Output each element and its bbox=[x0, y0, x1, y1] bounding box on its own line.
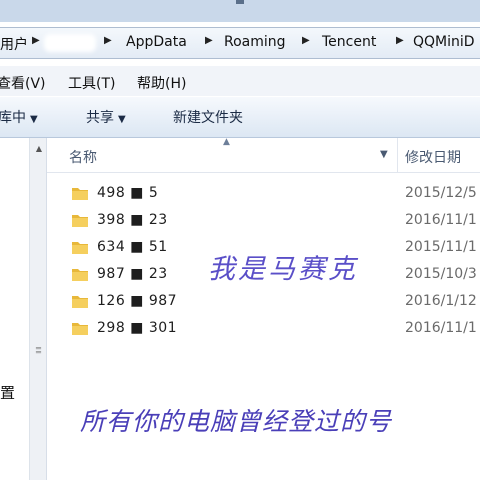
include-in-library-button[interactable]: 库中 ▼ bbox=[0, 107, 38, 127]
folder-icon bbox=[72, 323, 88, 335]
column-filter-dropdown-icon[interactable]: ▼ bbox=[380, 149, 388, 160]
new-folder-button[interactable]: 新建文件夹 bbox=[173, 107, 243, 127]
breadcrumb-arrow-icon[interactable]: ▶ bbox=[396, 35, 404, 46]
menu-bar: 查看(V) 工具(T) 帮助(H) bbox=[0, 66, 480, 96]
column-header-date[interactable]: 修改日期 bbox=[405, 147, 461, 167]
command-toolbar: 库中 ▼ 共享 ▼ 新建文件夹 bbox=[0, 97, 480, 138]
menu-tools[interactable]: 工具(T) bbox=[68, 73, 115, 93]
folder-icon bbox=[72, 188, 88, 200]
folder-date: 2016/1/12 bbox=[405, 293, 477, 309]
sort-ascending-icon: ▲ bbox=[223, 137, 230, 147]
folder-icon bbox=[72, 296, 88, 308]
folder-name: 298 ■ 301 bbox=[97, 320, 178, 336]
breadcrumb-arrow-icon[interactable]: ▶ bbox=[205, 35, 213, 46]
share-label: 共享 bbox=[86, 110, 114, 126]
folder-name: 126 ■ 987 bbox=[97, 293, 178, 309]
nav-item-label[interactable]: 置 bbox=[0, 382, 15, 403]
folder-name: 634 ■ 51 bbox=[97, 239, 168, 255]
mosaic-watermark-text: 我是马赛克 bbox=[208, 254, 358, 285]
breadcrumb-appdata[interactable]: AppData bbox=[126, 34, 187, 50]
column-divider[interactable] bbox=[397, 138, 398, 172]
breadcrumb-qqminidl[interactable]: QQMiniD bbox=[413, 34, 475, 50]
breadcrumb-tencent[interactable]: Tencent bbox=[322, 34, 376, 50]
breadcrumb-roaming[interactable]: Roaming bbox=[224, 34, 286, 50]
column-header-bar: ▲ 名称 ▼ 修改日期 bbox=[47, 137, 480, 173]
address-bar[interactable]: 用户 ▶ ▶ AppData ▶ Roaming ▶ Tencent ▶ QQM… bbox=[0, 27, 480, 59]
blurred-username bbox=[44, 34, 96, 52]
nav-scrollbar[interactable]: ▲ ‗ ‗ bbox=[29, 138, 46, 480]
window-top-strip bbox=[0, 0, 480, 22]
folder-name: 987 ■ 23 bbox=[97, 266, 168, 282]
folder-date: 2015/12/5 bbox=[405, 185, 477, 201]
dropdown-caret-icon: ▼ bbox=[118, 114, 126, 125]
folder-icon bbox=[72, 242, 88, 254]
folder-date: 2016/11/1 bbox=[405, 320, 477, 336]
dropdown-caret-icon: ▼ bbox=[30, 114, 38, 125]
folder-name: 498 ■ 5 bbox=[97, 185, 159, 201]
scroll-grip-icon[interactable]: ‗ ‗ bbox=[36, 340, 41, 354]
video-caption-text: 所有你的电脑曾经登过的号 bbox=[80, 407, 393, 436]
menu-help[interactable]: 帮助(H) bbox=[137, 73, 186, 93]
folder-icon bbox=[72, 269, 88, 281]
folder-date: 2015/10/3 bbox=[405, 266, 477, 282]
folder-row[interactable]: 398 ■ 23 2016/11/1 bbox=[47, 208, 480, 234]
breadcrumb-users[interactable]: 用户 bbox=[0, 34, 28, 54]
breadcrumb-arrow-icon[interactable]: ▶ bbox=[32, 35, 40, 46]
share-button[interactable]: 共享 ▼ bbox=[86, 107, 126, 127]
navigation-pane[interactable]: 置 ▲ ‗ ‗ bbox=[0, 138, 47, 480]
folder-icon bbox=[72, 215, 88, 227]
folder-row[interactable]: 126 ■ 987 2016/1/12 bbox=[47, 289, 480, 315]
breadcrumb-arrow-icon[interactable]: ▶ bbox=[302, 35, 310, 46]
folder-row[interactable]: 298 ■ 301 2016/11/1 bbox=[47, 316, 480, 342]
column-header-name[interactable]: 名称 bbox=[69, 147, 97, 167]
include-in-library-label: 库中 bbox=[0, 110, 26, 126]
breadcrumb-arrow-icon[interactable]: ▶ bbox=[104, 35, 112, 46]
scroll-up-icon[interactable]: ▲ bbox=[36, 144, 42, 153]
menu-view[interactable]: 查看(V) bbox=[0, 73, 46, 93]
folder-name: 398 ■ 23 bbox=[97, 212, 168, 228]
folder-row[interactable]: 498 ■ 5 2015/12/5 bbox=[47, 181, 480, 207]
folder-date: 2016/11/1 bbox=[405, 212, 477, 228]
folder-date: 2015/11/1 bbox=[405, 239, 477, 255]
window-top-notch bbox=[236, 0, 244, 4]
